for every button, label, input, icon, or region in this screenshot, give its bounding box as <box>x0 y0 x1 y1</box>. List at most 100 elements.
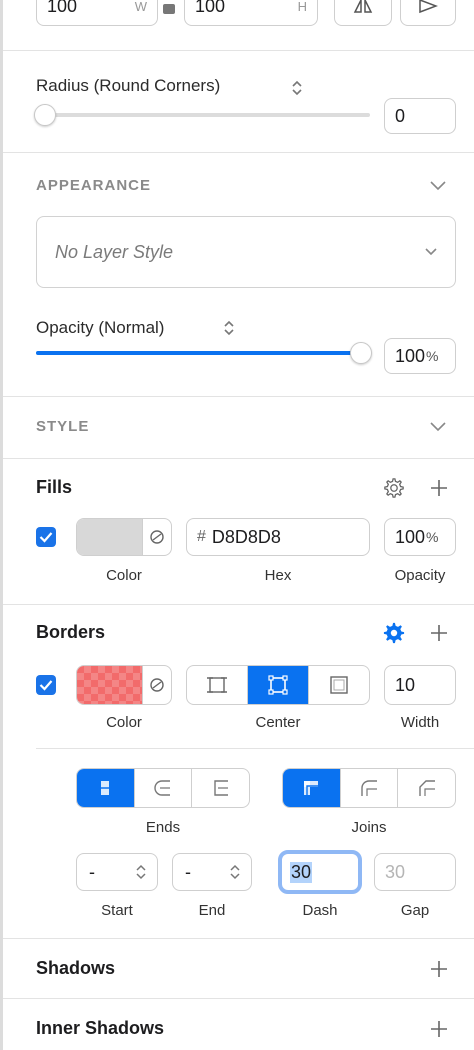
border-color-well[interactable] <box>76 665 172 705</box>
start-arrow-select[interactable]: - <box>76 853 158 891</box>
opacity-slider-fill <box>36 351 366 355</box>
border-inside-icon <box>207 677 227 693</box>
chevron-down-icon <box>425 248 437 256</box>
flip-vertical-button[interactable] <box>400 0 456 26</box>
height-unit: H <box>297 0 307 14</box>
miter-join-icon <box>304 781 320 796</box>
opacity-stepper-icon[interactable] <box>222 318 236 338</box>
add-inner-shadow-plus-icon[interactable] <box>430 1020 448 1038</box>
appearance-collapse-chevron-icon[interactable] <box>430 181 446 191</box>
border-enabled-checkbox[interactable] <box>36 675 56 695</box>
stepper-icon <box>136 864 146 880</box>
appearance-header: APPEARANCE <box>36 177 152 194</box>
dash-input[interactable]: 30 <box>278 850 362 894</box>
border-center-option[interactable] <box>248 666 309 704</box>
border-position-caption: Center <box>255 714 301 731</box>
fill-opacity-caption: Opacity <box>394 567 446 584</box>
radius-slider-thumb[interactable] <box>34 104 56 126</box>
divider <box>3 396 474 397</box>
borders-settings-gear-icon[interactable] <box>383 622 405 644</box>
checkmark-icon <box>39 532 53 543</box>
layer-style-dropdown[interactable]: No Layer Style <box>36 216 456 288</box>
border-outside-option[interactable] <box>309 666 369 704</box>
add-fill-plus-icon[interactable] <box>430 479 448 497</box>
border-width-input[interactable]: 10 <box>384 665 456 705</box>
fill-color-caption: Color <box>106 567 142 584</box>
ends-square-option[interactable] <box>192 769 249 807</box>
round-join-icon <box>361 780 377 796</box>
inner-shadows-title: Inner Shadows <box>36 1018 165 1038</box>
border-color-caption: Color <box>106 714 142 731</box>
fills-settings-gear-icon[interactable] <box>383 477 405 499</box>
opacity-input[interactable]: 100% <box>384 338 456 374</box>
butt-cap-icon <box>99 781 110 795</box>
divider <box>3 458 474 459</box>
shadows-title: Shadows <box>36 958 116 978</box>
fill-hex-input[interactable]: # D8D8D8 <box>186 518 370 556</box>
width-field[interactable]: 100 W <box>36 0 158 26</box>
opacity-slider-track[interactable] <box>36 351 366 355</box>
joins-round-option[interactable] <box>341 769 399 807</box>
stepper-icon <box>230 864 240 880</box>
gap-caption: Gap <box>400 902 430 919</box>
joins-miter-option[interactable] <box>283 769 341 807</box>
divider <box>3 604 474 605</box>
fill-hex-caption: Hex <box>264 567 292 584</box>
line-ends-segmented[interactable] <box>76 768 250 808</box>
dash-caption: Dash <box>302 902 338 919</box>
fill-color-swatch <box>77 519 143 555</box>
style-collapse-chevron-icon[interactable] <box>430 422 446 432</box>
divider <box>36 748 474 749</box>
border-width-caption: Width <box>400 714 440 731</box>
opacity-slider-thumb[interactable] <box>350 342 372 364</box>
joins-bevel-option[interactable] <box>398 769 455 807</box>
panel-left-border <box>0 0 3 1050</box>
fills-title: Fills <box>36 477 73 497</box>
height-value: 100 <box>195 0 226 16</box>
add-shadow-plus-icon[interactable] <box>430 960 448 978</box>
radius-stepper-icon[interactable] <box>290 78 304 98</box>
opacity-label: Opacity (Normal) <box>36 318 165 337</box>
add-border-plus-icon[interactable] <box>430 624 448 642</box>
end-arrow-select[interactable]: - <box>172 853 252 891</box>
radius-input[interactable]: 0 <box>384 98 456 134</box>
divider <box>3 998 474 999</box>
radius-slider-track[interactable] <box>36 113 370 117</box>
start-caption: Start <box>101 902 133 919</box>
line-joins-segmented[interactable] <box>282 768 456 808</box>
border-center-icon <box>268 675 288 695</box>
divider <box>3 50 474 51</box>
flip-horizontal-icon <box>353 0 373 13</box>
layer-style-value: No Layer Style <box>55 241 174 262</box>
lock-ratio-toggle[interactable] <box>163 4 175 14</box>
joins-caption: Joins <box>351 819 387 836</box>
height-field[interactable]: 100 H <box>184 0 318 26</box>
borders-title: Borders <box>36 622 106 642</box>
border-position-segmented[interactable] <box>186 665 370 705</box>
ends-caption: Ends <box>145 819 181 836</box>
border-outside-icon <box>330 676 348 694</box>
ends-butt-option[interactable] <box>77 769 135 807</box>
fill-opacity-input[interactable]: 100% <box>384 518 456 556</box>
gap-input[interactable]: 30 <box>374 853 456 891</box>
fill-enabled-checkbox[interactable] <box>36 527 56 547</box>
ends-round-option[interactable] <box>135 769 193 807</box>
radius-label: Radius (Round Corners) <box>36 76 221 95</box>
fill-color-well[interactable] <box>76 518 172 556</box>
style-header: STYLE <box>36 418 90 435</box>
round-cap-icon <box>154 780 170 796</box>
bevel-join-icon <box>418 780 435 796</box>
flip-horizontal-button[interactable] <box>334 0 392 26</box>
divider <box>3 938 474 939</box>
color-variable-icon <box>150 530 164 544</box>
width-value: 100 <box>47 0 78 16</box>
checkmark-icon <box>39 680 53 691</box>
square-cap-icon <box>213 780 228 796</box>
divider <box>3 152 474 153</box>
end-caption: End <box>198 902 226 919</box>
border-color-swatch <box>77 666 143 704</box>
flip-vertical-icon <box>419 0 438 14</box>
width-unit: W <box>134 0 147 14</box>
color-variable-icon <box>150 678 164 692</box>
border-inside-option[interactable] <box>187 666 248 704</box>
